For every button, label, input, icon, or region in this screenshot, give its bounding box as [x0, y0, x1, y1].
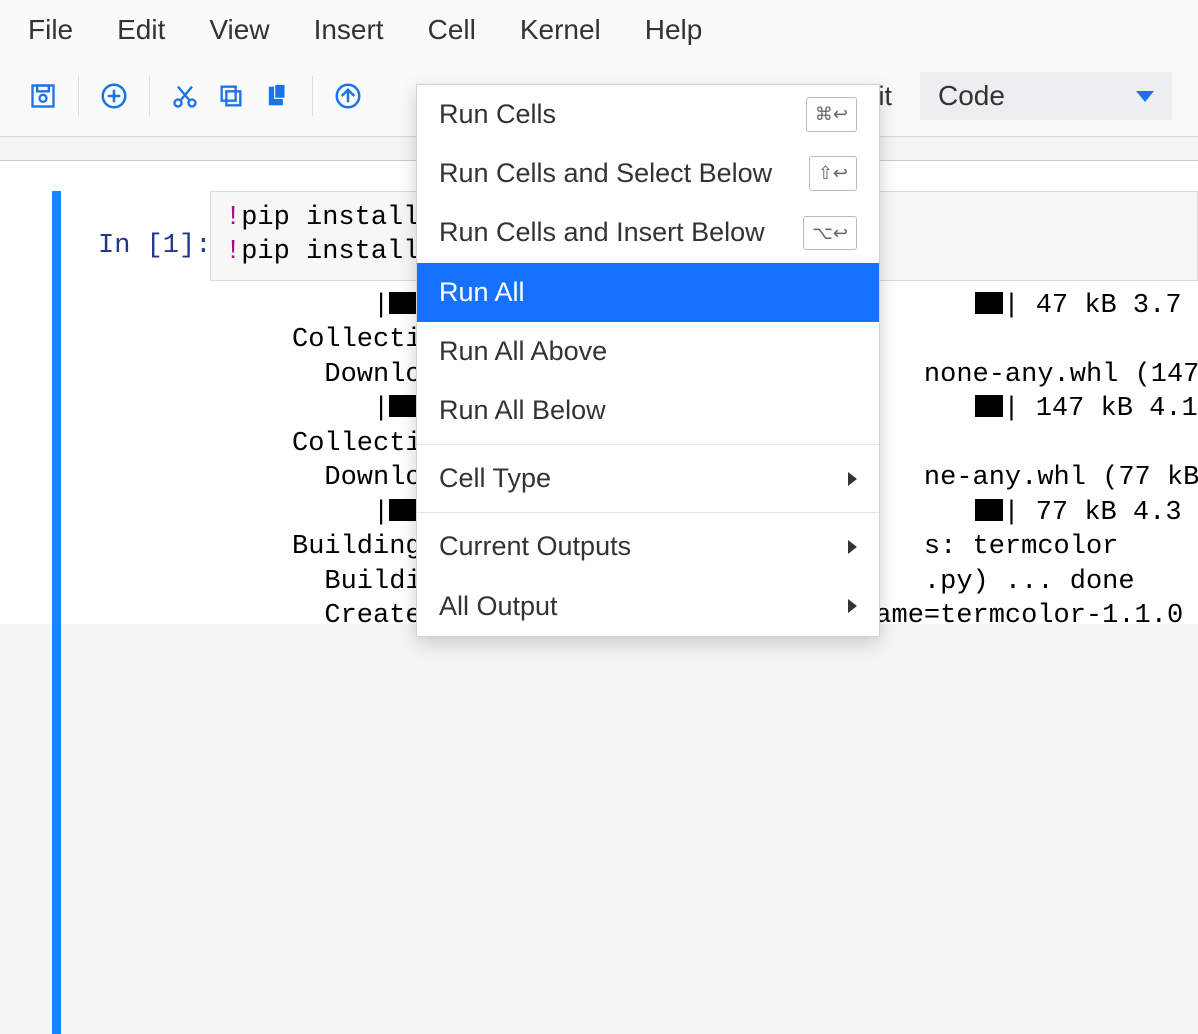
- menu-label: Run Cells: [439, 93, 556, 136]
- save-icon[interactable]: [26, 79, 60, 113]
- submenu-arrow-icon: [848, 599, 857, 613]
- submenu-arrow-icon: [848, 472, 857, 486]
- cell-selected-indicator: [52, 191, 61, 1034]
- shell-bang: !: [225, 237, 241, 267]
- menu-file[interactable]: File: [28, 14, 73, 46]
- paste-icon[interactable]: [260, 79, 294, 113]
- chevron-down-icon: [1136, 91, 1154, 102]
- code-line: pip install: [241, 237, 419, 267]
- menu-run-all-above[interactable]: Run All Above: [417, 322, 879, 381]
- copy-icon[interactable]: [214, 79, 248, 113]
- menu-run-cells-select-below[interactable]: Run Cells and Select Below ⇧↩: [417, 144, 879, 203]
- menu-edit[interactable]: Edit: [117, 14, 165, 46]
- shortcut: ⌥↩: [803, 216, 857, 251]
- menu-label: Current Outputs: [439, 525, 631, 568]
- menu-cell-type[interactable]: Cell Type: [417, 449, 879, 508]
- menu-divider: [417, 444, 879, 445]
- submenu-arrow-icon: [848, 540, 857, 554]
- toolbar-separator: [312, 76, 313, 116]
- menu-label: Run Cells and Insert Below: [439, 211, 765, 254]
- menu-label: Run All Below: [439, 389, 606, 432]
- toolbar-separator: [78, 76, 79, 116]
- cut-icon[interactable]: [168, 79, 202, 113]
- menu-divider: [417, 512, 879, 513]
- shortcut: ⌘↩: [806, 97, 857, 132]
- code-line: pip install: [241, 203, 419, 233]
- menu-all-output[interactable]: All Output: [417, 577, 879, 636]
- menu-run-cells-insert-below[interactable]: Run Cells and Insert Below ⌥↩: [417, 203, 879, 262]
- move-up-icon[interactable]: [331, 79, 365, 113]
- menu-label: Run All Above: [439, 330, 607, 373]
- menu-run-all-below[interactable]: Run All Below: [417, 381, 879, 440]
- menu-run-cells[interactable]: Run Cells ⌘↩: [417, 85, 879, 144]
- menu-kernel[interactable]: Kernel: [520, 14, 601, 46]
- menu-view[interactable]: View: [209, 14, 269, 46]
- toolbar-truncated-label: it: [879, 81, 903, 112]
- menu-label: All Output: [439, 585, 558, 628]
- cell-type-select[interactable]: Code: [920, 72, 1172, 120]
- cell-type-value: Code: [938, 80, 1005, 112]
- menu-insert[interactable]: Insert: [314, 14, 384, 46]
- shell-bang: !: [225, 203, 241, 233]
- menu-label: Run Cells and Select Below: [439, 152, 772, 195]
- menu-help[interactable]: Help: [645, 14, 703, 46]
- add-cell-icon[interactable]: [97, 79, 131, 113]
- menu-cell[interactable]: Cell: [428, 14, 476, 46]
- cell-prompt: In [1]:: [98, 231, 211, 261]
- toolbar-separator: [149, 76, 150, 116]
- shortcut: ⇧↩: [809, 156, 857, 191]
- menu-label: Run All: [439, 271, 525, 314]
- menu-current-outputs[interactable]: Current Outputs: [417, 517, 879, 576]
- menu-run-all[interactable]: Run All: [417, 263, 879, 322]
- cell-menu-dropdown: Run Cells ⌘↩ Run Cells and Select Below …: [416, 84, 880, 637]
- menu-bar: File Edit View Insert Cell Kernel Help: [0, 0, 1198, 62]
- menu-label: Cell Type: [439, 457, 551, 500]
